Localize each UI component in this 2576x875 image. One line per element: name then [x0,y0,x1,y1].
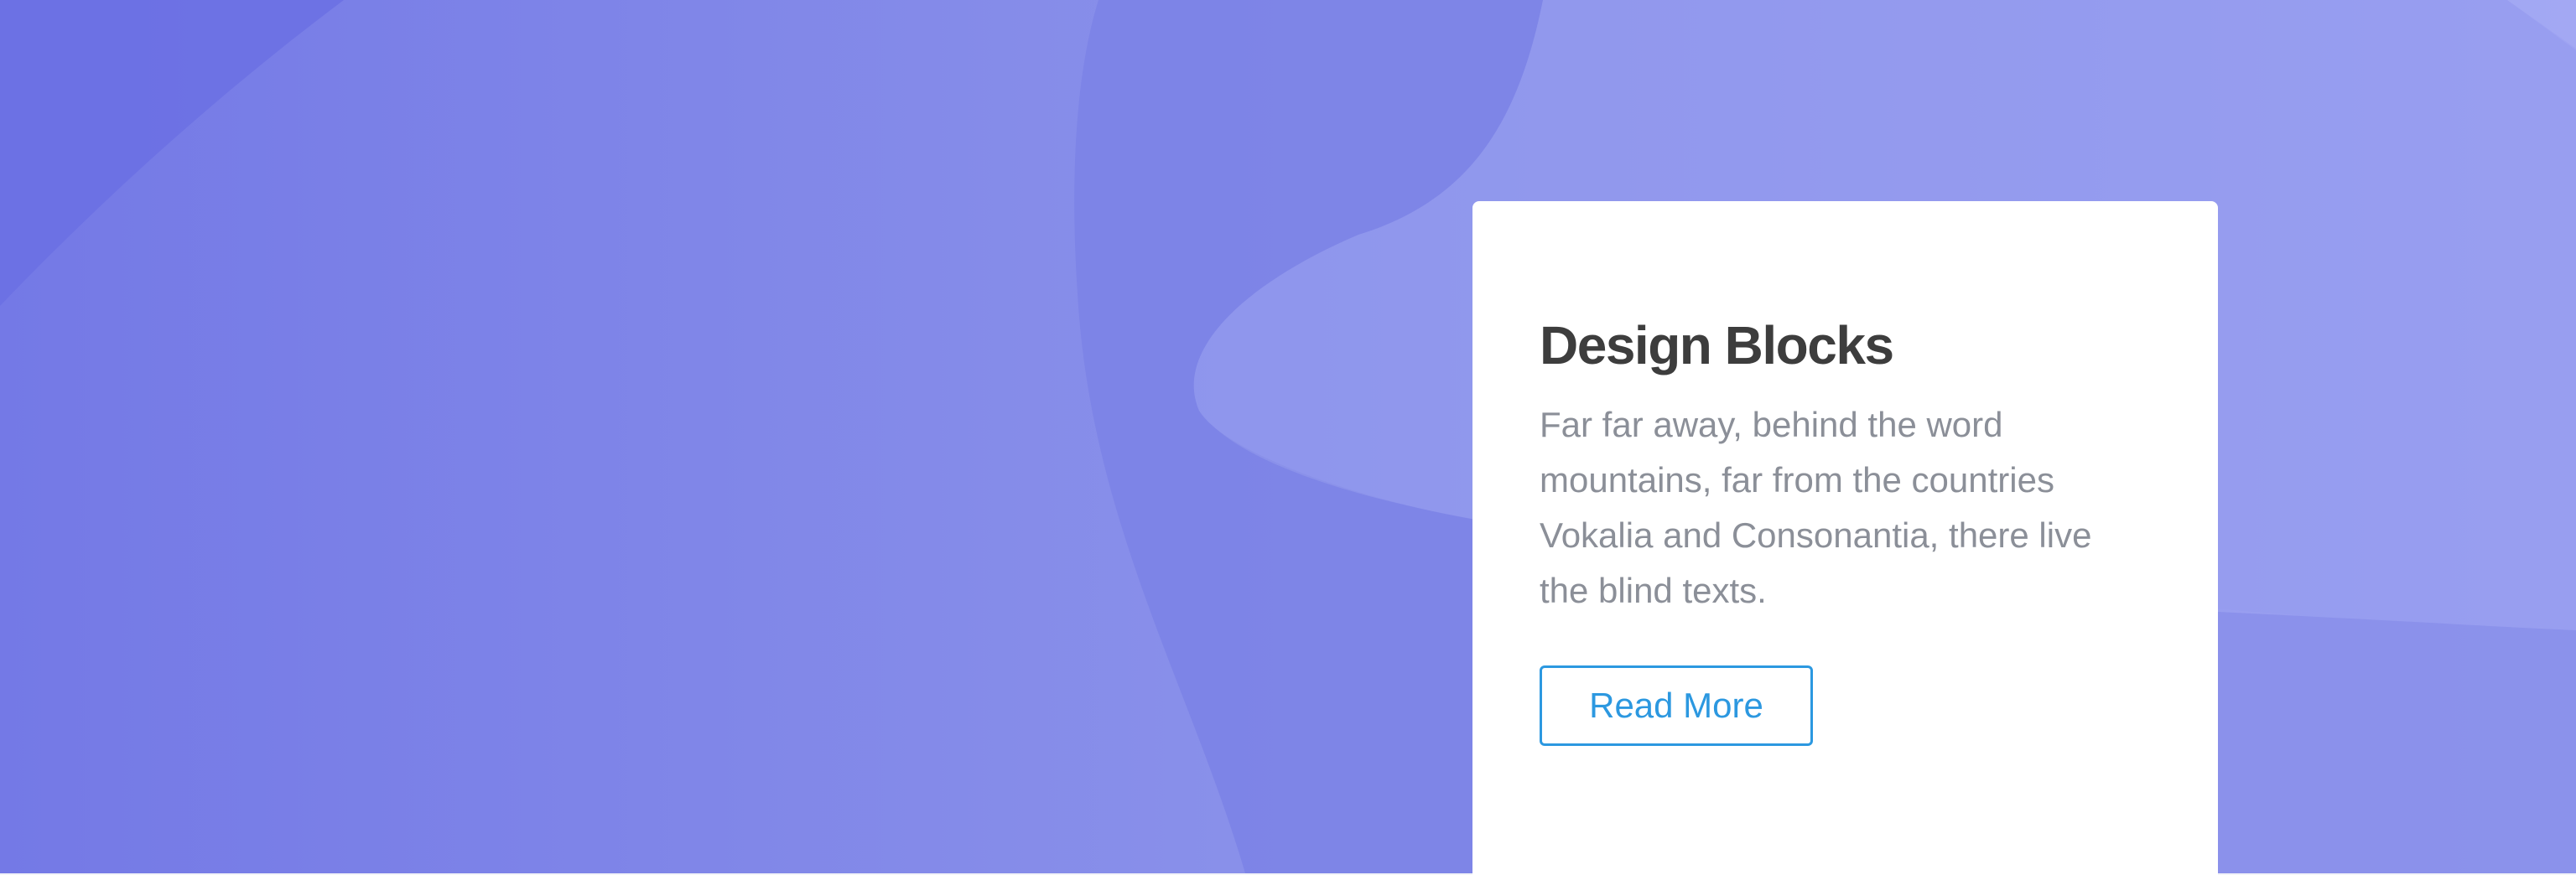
card-title: Design Blocks [1540,315,1894,375]
bg-shape-top-left [0,0,344,306]
card-description: Far far away, behind the word mountains,… [1540,405,2092,610]
bg-shape-right-bottom [2218,612,2576,873]
read-more-button[interactable]: Read More [1540,665,1813,746]
info-card: Design Blocks Far far away, behind the w… [1472,201,2218,875]
